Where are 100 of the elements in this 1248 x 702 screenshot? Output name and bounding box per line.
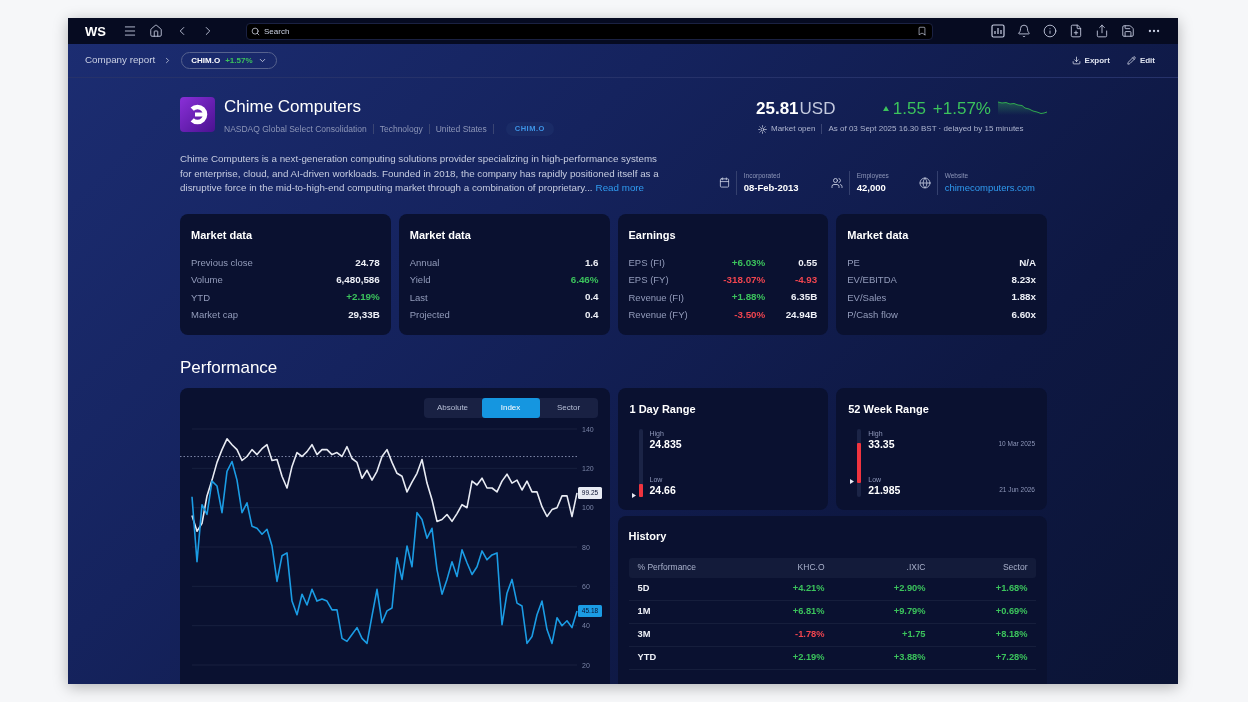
read-more-link[interactable]: Read more [595, 182, 645, 193]
menu-icon[interactable] [123, 24, 137, 38]
stat-label: Projected [409, 307, 450, 322]
quote-timestamp: As of 03 Sept 2025 16.30 BST · delayed by 15 minutes [828, 123, 1024, 135]
logo-icon [180, 97, 215, 132]
globe-icon [918, 176, 931, 189]
column-header: Sector [1002, 561, 1028, 574]
stat-value: 6,480,586 [336, 273, 380, 288]
table-cell-text: 3M [637, 627, 651, 641]
stat-value: 8.23x [1011, 273, 1036, 288]
search-field[interactable]: Search [246, 22, 933, 40]
stat-label: PE [847, 256, 860, 270]
stat-label: Yield [409, 273, 431, 288]
stat-label: EV/Sales [847, 290, 887, 305]
stat-change: -318.07% [723, 273, 766, 288]
stat-value: 24.94B [784, 307, 818, 322]
card-title: History [628, 528, 667, 543]
card-title: Market data [847, 227, 909, 242]
table-cell-text: +9.79% [893, 604, 926, 618]
save-icon[interactable] [1121, 24, 1135, 38]
website-link[interactable]: chimecomputers.com [944, 181, 1035, 194]
bell-icon[interactable] [1017, 24, 1031, 38]
stat-value: 24.78 [355, 255, 380, 270]
stat-change: -3.50% [734, 307, 766, 322]
search-icon [251, 26, 260, 36]
download-icon [1071, 56, 1081, 65]
stat-change: +1.88% [731, 290, 766, 305]
stat-label: P/Cash flow [847, 307, 898, 322]
company-name: Chime Computers [224, 97, 361, 117]
section-title: Performance [180, 357, 278, 378]
stat-label: Annual [409, 256, 440, 270]
sector-label: Technology [379, 122, 423, 136]
stat-label: Market cap [191, 307, 238, 322]
app-logo[interactable]: WS [85, 24, 106, 38]
table-cell-text: +1.75 [901, 627, 926, 641]
card-title: Market data [191, 227, 253, 242]
new-file-icon[interactable] [1069, 24, 1083, 38]
fact-value: 08-Feb-2013 [743, 181, 799, 194]
report-chart-icon[interactable] [991, 24, 1005, 38]
stat-label: Revenue (FY) [628, 307, 688, 322]
table-cell-text: +0.69% [995, 604, 1028, 618]
range-value: 24.835 [649, 437, 682, 451]
stat-label: EV/EBITDA [847, 273, 897, 288]
currency-label: USD [799, 99, 836, 117]
card-title: 52 Week Range [848, 401, 929, 417]
chevron-down-icon [257, 56, 267, 65]
stat-label: Previous close [191, 256, 253, 270]
stat-value: +2.19% [346, 290, 380, 305]
stat-value: 29,33B [348, 307, 380, 322]
stat-value: N/A [1019, 255, 1036, 270]
country-label: United States [435, 122, 487, 136]
fact-value: 42,000 [856, 181, 887, 194]
bookmark-icon[interactable] [917, 26, 927, 36]
sparkline-chart [998, 101, 1047, 115]
stat-value: 1.6 [584, 255, 599, 270]
card-title: Market data [409, 227, 471, 242]
stat-value: 6.46% [570, 273, 599, 288]
edit-button[interactable]: Edit [1126, 54, 1155, 67]
stat-value: -4.93 [793, 273, 818, 288]
stock-price: 25.81 [756, 99, 799, 117]
people-icon [830, 176, 843, 189]
table-cell-text: +2.19% [792, 650, 825, 664]
company-description: Chime Computers is a next-generation computing solutions provider specializing in high-performance systems for enterprise, cloud, and AI-driven workloads. Founded in 2018, the company has rapidly positioned itself as a disruptive force in the mid-to-high-end computing market through a combination of proprietary... Read more [180, 152, 660, 195]
export-button[interactable]: Export [1071, 54, 1110, 67]
stat-value: 1.88x [1011, 290, 1036, 305]
table-cell-text: 1M [637, 604, 651, 618]
info-icon[interactable] [1043, 24, 1057, 38]
exchange-name: NASDAQ Global Select Consolidation [224, 122, 367, 136]
column-header: .IXIC [906, 561, 926, 574]
price-change: 1.55 [892, 99, 926, 117]
range-value: 21.985 [868, 483, 901, 497]
card-title: 1 Day Range [629, 401, 696, 417]
view-tab[interactable]: Sector [539, 397, 598, 418]
table-cell-text: +7.28% [995, 650, 1028, 664]
home-icon[interactable] [149, 24, 163, 38]
breadcrumb-link[interactable]: Company report [85, 53, 156, 68]
stat-label: Last [409, 290, 428, 305]
range-value: 33.35 [868, 437, 895, 451]
market-status: Market open [771, 123, 816, 135]
range-value: 24.66 [649, 483, 676, 497]
table-cell-text: YTD [637, 650, 657, 664]
stat-value: 0.55 [797, 255, 818, 270]
table-cell-text: 5D [637, 581, 650, 595]
pointer-triangle-icon [631, 492, 636, 498]
stat-label: EPS (FY) [628, 273, 669, 288]
table-cell-text: +1.68% [995, 581, 1028, 595]
table-cell-text: +2.90% [893, 581, 926, 595]
percent-change: +1.57% [932, 99, 991, 117]
table-cell-text: +8.18% [995, 627, 1028, 641]
calendar-icon [718, 177, 730, 188]
pointer-triangle-icon [850, 478, 855, 484]
stat-label: Revenue (FI) [628, 290, 684, 305]
stat-label: YTD [191, 290, 210, 305]
share-icon[interactable] [1095, 24, 1109, 38]
pencil-icon [1126, 56, 1136, 65]
table-cell-text: +4.21% [792, 581, 825, 595]
table-cell-text: -1.78% [795, 627, 825, 641]
view-tab[interactable]: Absolute [423, 397, 482, 418]
column-header: % Performance [637, 561, 697, 574]
stat-label: Volume [191, 273, 223, 288]
